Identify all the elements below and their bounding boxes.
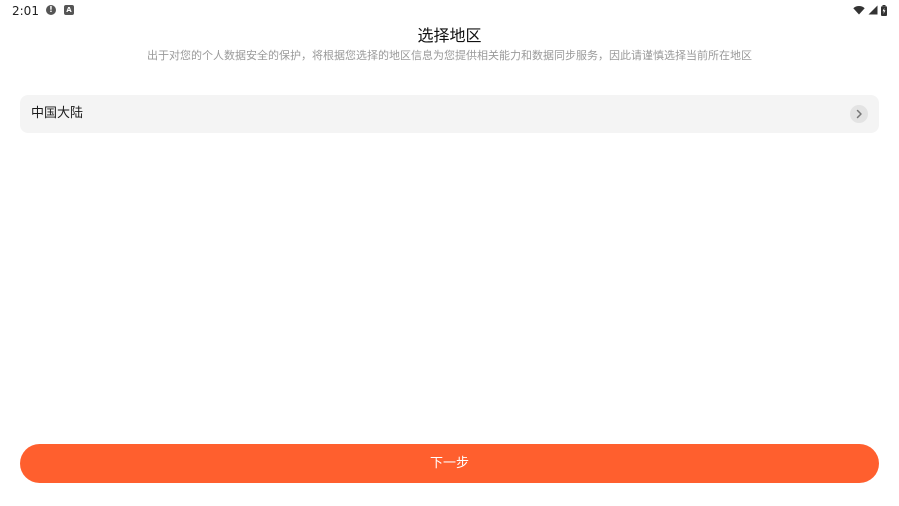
next-button-label: 下一步 [429,456,469,471]
wifi-icon [853,6,865,15]
page-title: 选择地区 [417,26,482,45]
chevron-right-icon [850,105,868,123]
status-time: 2:01 [12,4,39,18]
region-selector[interactable]: 中国大陆 [20,95,879,133]
signal-icon [868,5,878,15]
page-subtitle: 出于对您的个人数据安全的保护，将根据您选择的地区信息为您提供相关能力和数据同步服… [147,49,752,62]
region-select-screen: 2:01 ! A 选择地区 出于对您的个人数据安全的保护，将根据您选择的地区信息… [0,0,899,506]
next-button[interactable]: 下一步 [20,444,879,483]
region-selected-label: 中国大陆 [31,106,84,121]
alert-icon: ! [46,5,56,15]
battery-icon [881,4,887,16]
a-icon: A [64,5,74,15]
status-bar: 2:01 ! A [0,0,899,22]
status-indicators [853,4,887,16]
